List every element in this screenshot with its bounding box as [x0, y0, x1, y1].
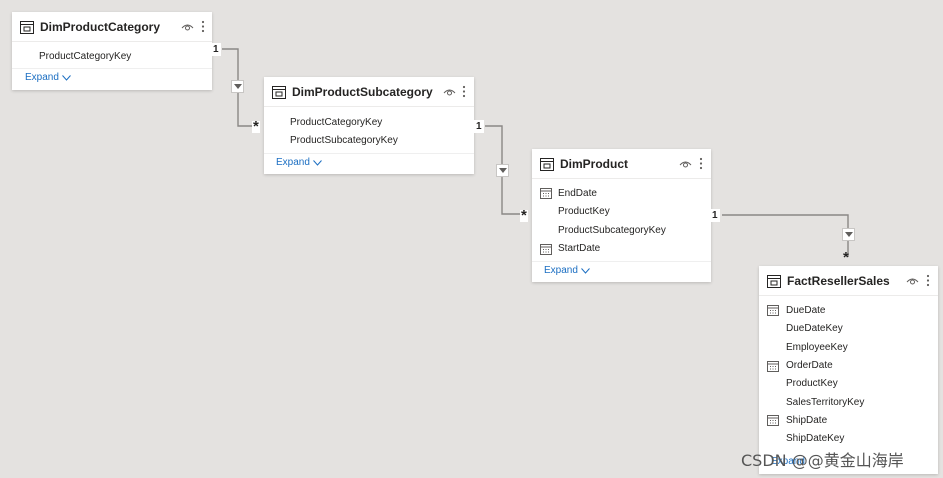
eye-icon[interactable]: [443, 87, 456, 97]
expand-label: Expand: [544, 265, 578, 276]
field-shipdate[interactable]: ShipDate: [786, 412, 827, 430]
more-options-icon[interactable]: [462, 85, 466, 98]
caret-down-icon: [499, 168, 507, 173]
eye-icon[interactable]: [181, 22, 194, 32]
expand-button[interactable]: Expand: [25, 72, 71, 83]
expand-label: Expand: [276, 157, 310, 168]
field-enddate[interactable]: EndDate: [558, 185, 597, 203]
field-productcategorykey[interactable]: ProductCategoryKey: [290, 114, 382, 132]
calendar-icon: [767, 415, 779, 426]
chevron-down-icon: [313, 159, 322, 166]
card-divider: [12, 68, 212, 69]
table-card-factresellersales[interactable]: FactResellerSales DueDate DueDateKey Emp…: [759, 266, 938, 474]
table-icon: [272, 86, 286, 99]
caret-down-icon: [234, 84, 242, 89]
table-card-header[interactable]: DimProduct: [532, 149, 711, 179]
relationship-line-product-fact: [722, 214, 849, 257]
table-card-dimproduct[interactable]: DimProduct EndDate ProductKey ProductSub…: [532, 149, 711, 282]
card-divider: [532, 261, 711, 262]
filter-direction-marker[interactable]: [496, 164, 509, 177]
model-diagram-canvas[interactable]: DimProductCategory ProductCategoryKey Ex…: [0, 0, 943, 478]
chevron-down-icon: [62, 74, 71, 81]
table-icon: [540, 158, 554, 171]
field-productkey[interactable]: ProductKey: [558, 203, 610, 221]
table-card-dimproductcategory[interactable]: DimProductCategory ProductCategoryKey Ex…: [12, 12, 212, 90]
table-title: DimProductSubcategory: [292, 85, 433, 99]
table-icon: [20, 21, 34, 34]
field-orderdate[interactable]: OrderDate: [786, 357, 833, 375]
calendar-icon: [540, 188, 552, 199]
table-title: DimProduct: [560, 157, 629, 171]
field-productcategorykey[interactable]: ProductCategoryKey: [39, 48, 131, 66]
more-options-icon[interactable]: [699, 157, 703, 170]
field-shipdatekey[interactable]: ShipDateKey: [786, 430, 844, 448]
eye-icon[interactable]: [679, 159, 692, 169]
expand-button[interactable]: Expand: [276, 157, 322, 168]
field-salesterritorykey[interactable]: SalesTerritoryKey: [786, 394, 864, 412]
field-startdate[interactable]: StartDate: [558, 240, 600, 258]
expand-button[interactable]: Expand: [544, 265, 590, 276]
caret-down-icon: [845, 232, 853, 237]
field-productsubcategorykey[interactable]: ProductSubcategoryKey: [290, 132, 398, 150]
field-productkey[interactable]: ProductKey: [786, 375, 838, 393]
cardinality-one-label: 1: [211, 43, 221, 56]
watermark-text: CSDN @@黄金山海岸: [741, 451, 904, 470]
table-card-header[interactable]: FactResellerSales: [759, 266, 938, 296]
card-divider: [264, 153, 474, 154]
more-options-icon[interactable]: [926, 274, 930, 287]
cardinality-one-label: 1: [710, 209, 720, 222]
field-duedatekey[interactable]: DueDateKey: [786, 320, 843, 338]
chevron-down-icon: [581, 267, 590, 274]
cardinality-many-label: *: [843, 249, 849, 266]
table-icon: [767, 275, 781, 288]
field-productsubcategorykey[interactable]: ProductSubcategoryKey: [558, 222, 666, 240]
more-options-icon[interactable]: [201, 20, 205, 33]
field-employeekey[interactable]: EmployeeKey: [786, 339, 848, 357]
filter-direction-marker[interactable]: [231, 80, 244, 93]
filter-direction-marker[interactable]: [842, 228, 855, 241]
table-card-dimproductsubcategory[interactable]: DimProductSubcategory ProductCategoryKey…: [264, 77, 474, 174]
table-card-header[interactable]: DimProductSubcategory: [264, 77, 474, 107]
cardinality-one-label: 1: [474, 120, 484, 133]
cardinality-many-label: *: [252, 118, 260, 135]
calendar-icon: [767, 361, 779, 372]
calendar-icon: [767, 305, 779, 316]
eye-icon[interactable]: [906, 276, 919, 286]
field-duedate[interactable]: DueDate: [786, 302, 825, 320]
calendar-icon: [540, 244, 552, 255]
table-title: DimProductCategory: [40, 20, 161, 34]
expand-label: Expand: [25, 72, 59, 83]
table-card-header[interactable]: DimProductCategory: [12, 12, 212, 42]
cardinality-many-label: *: [520, 207, 528, 224]
table-title: FactResellerSales: [787, 274, 890, 288]
